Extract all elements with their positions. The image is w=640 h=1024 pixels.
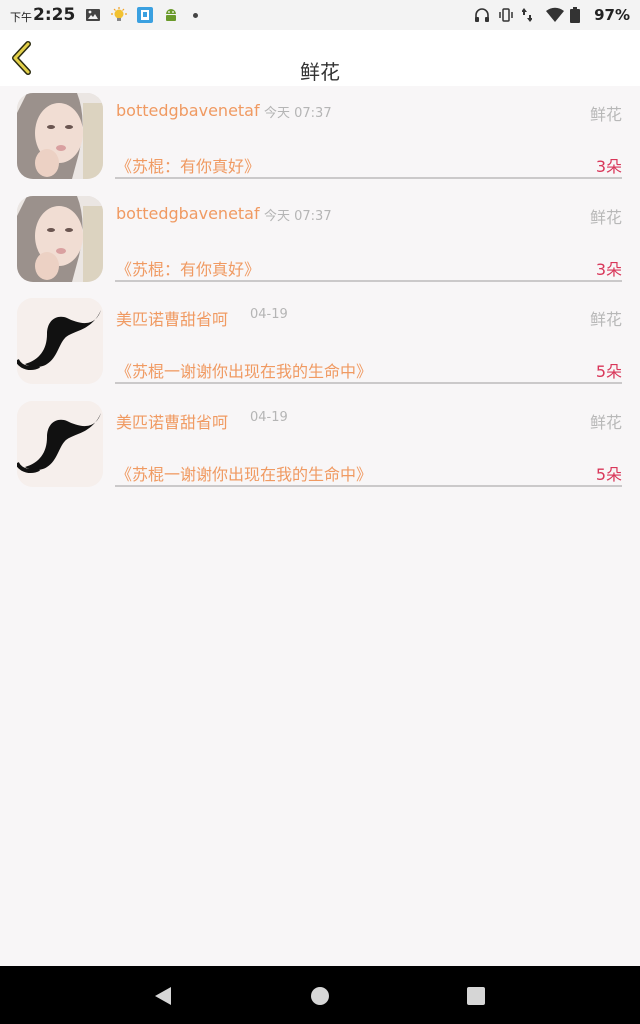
mustache-icon	[17, 400, 103, 487]
status-bar: 下午 2:25 97%	[0, 0, 640, 30]
woman-photo-icon	[17, 195, 103, 282]
divider	[115, 177, 622, 179]
sender-name[interactable]: bottedgbavenetaf	[116, 101, 260, 120]
avatar[interactable]	[17, 195, 103, 282]
wifi-icon	[546, 7, 565, 23]
navigation-bar	[0, 966, 640, 1024]
more-notifications-dot	[193, 12, 199, 18]
gift-count: 3朵	[595, 157, 622, 176]
lightbulb-notification-icon	[111, 7, 128, 23]
circle-home-icon	[311, 987, 329, 1005]
gift-list: bottedgbavenetaf 今天 07:37 鲜花 《苏棍：有你真好》 3…	[0, 90, 640, 500]
nav-recents-button[interactable]	[465, 985, 487, 1007]
divider	[115, 279, 622, 282]
gift-count: 3朵	[595, 259, 622, 279]
gift-count: 5朵	[595, 464, 622, 484]
page-title: 鲜花	[300, 60, 340, 84]
divider	[115, 484, 622, 487]
header: 鲜花	[0, 30, 640, 86]
gift-type: 鲜花	[589, 310, 622, 329]
nav-home-button[interactable]	[309, 985, 331, 1007]
divider	[115, 382, 622, 384]
list-item[interactable]: 美匹诺曹甜省呵 04-19 鲜花 《苏棍一谢谢你出现在我的生命中》 5朵	[0, 398, 640, 501]
gift-time: 今天 07:37	[264, 106, 332, 121]
avatar[interactable]	[17, 400, 103, 487]
headphones-icon	[474, 7, 490, 23]
sender-name[interactable]: bottedgbavenetaf	[116, 204, 260, 223]
nav-back-button[interactable]	[152, 985, 174, 1007]
gift-message: 《苏棍一谢谢你出现在我的生命中》	[116, 464, 373, 484]
gift-type: 鲜花	[589, 412, 622, 432]
gift-message: 《苏棍一谢谢你出现在我的生命中》	[116, 362, 373, 381]
image-notification-icon	[85, 7, 101, 23]
gift-type: 鲜花	[589, 105, 622, 124]
list-item[interactable]: bottedgbavenetaf 今天 07:37 鲜花 《苏棍：有你真好》 3…	[0, 90, 640, 193]
app-notification-icon	[137, 7, 154, 23]
gift-type: 鲜花	[589, 207, 622, 227]
avatar[interactable]	[17, 93, 103, 179]
square-recents-icon	[467, 987, 485, 1005]
list-item[interactable]: bottedgbavenetaf 今天 07:37 鲜花 《苏棍：有你真好》 3…	[0, 193, 640, 296]
gift-count: 5朵	[595, 362, 622, 381]
avatar[interactable]	[17, 298, 103, 384]
screen: 下午 2:25 97% 鲜花 bottedgbavenetaf 今天 07:37…	[0, 0, 640, 1024]
sender-name[interactable]: 美匹诺曹甜省呵	[116, 306, 228, 330]
triangle-back-icon	[155, 987, 171, 1005]
sender-name[interactable]: 美匹诺曹甜省呵	[116, 409, 228, 433]
battery-percent: 97%	[594, 6, 630, 24]
gift-message: 《苏棍：有你真好》	[116, 157, 261, 176]
data-arrows-icon	[521, 7, 538, 23]
list-item[interactable]: 美匹诺曹甜省呵 04-19 鲜花 《苏棍一谢谢你出现在我的生命中》 5朵	[0, 295, 640, 398]
gift-time: 今天 07:37	[264, 208, 332, 224]
battery-icon	[570, 7, 586, 23]
status-right: 97%	[474, 6, 630, 24]
gift-time: 04-19	[250, 307, 288, 322]
woman-photo-icon	[17, 93, 103, 179]
gift-time: 04-19	[250, 409, 288, 425]
android-notification-icon	[163, 7, 179, 23]
gift-message: 《苏棍：有你真好》	[116, 259, 261, 279]
mustache-icon	[17, 298, 103, 384]
status-ampm: 下午	[10, 10, 32, 24]
vibrate-icon	[498, 7, 514, 23]
status-time: 2:25	[33, 5, 76, 25]
